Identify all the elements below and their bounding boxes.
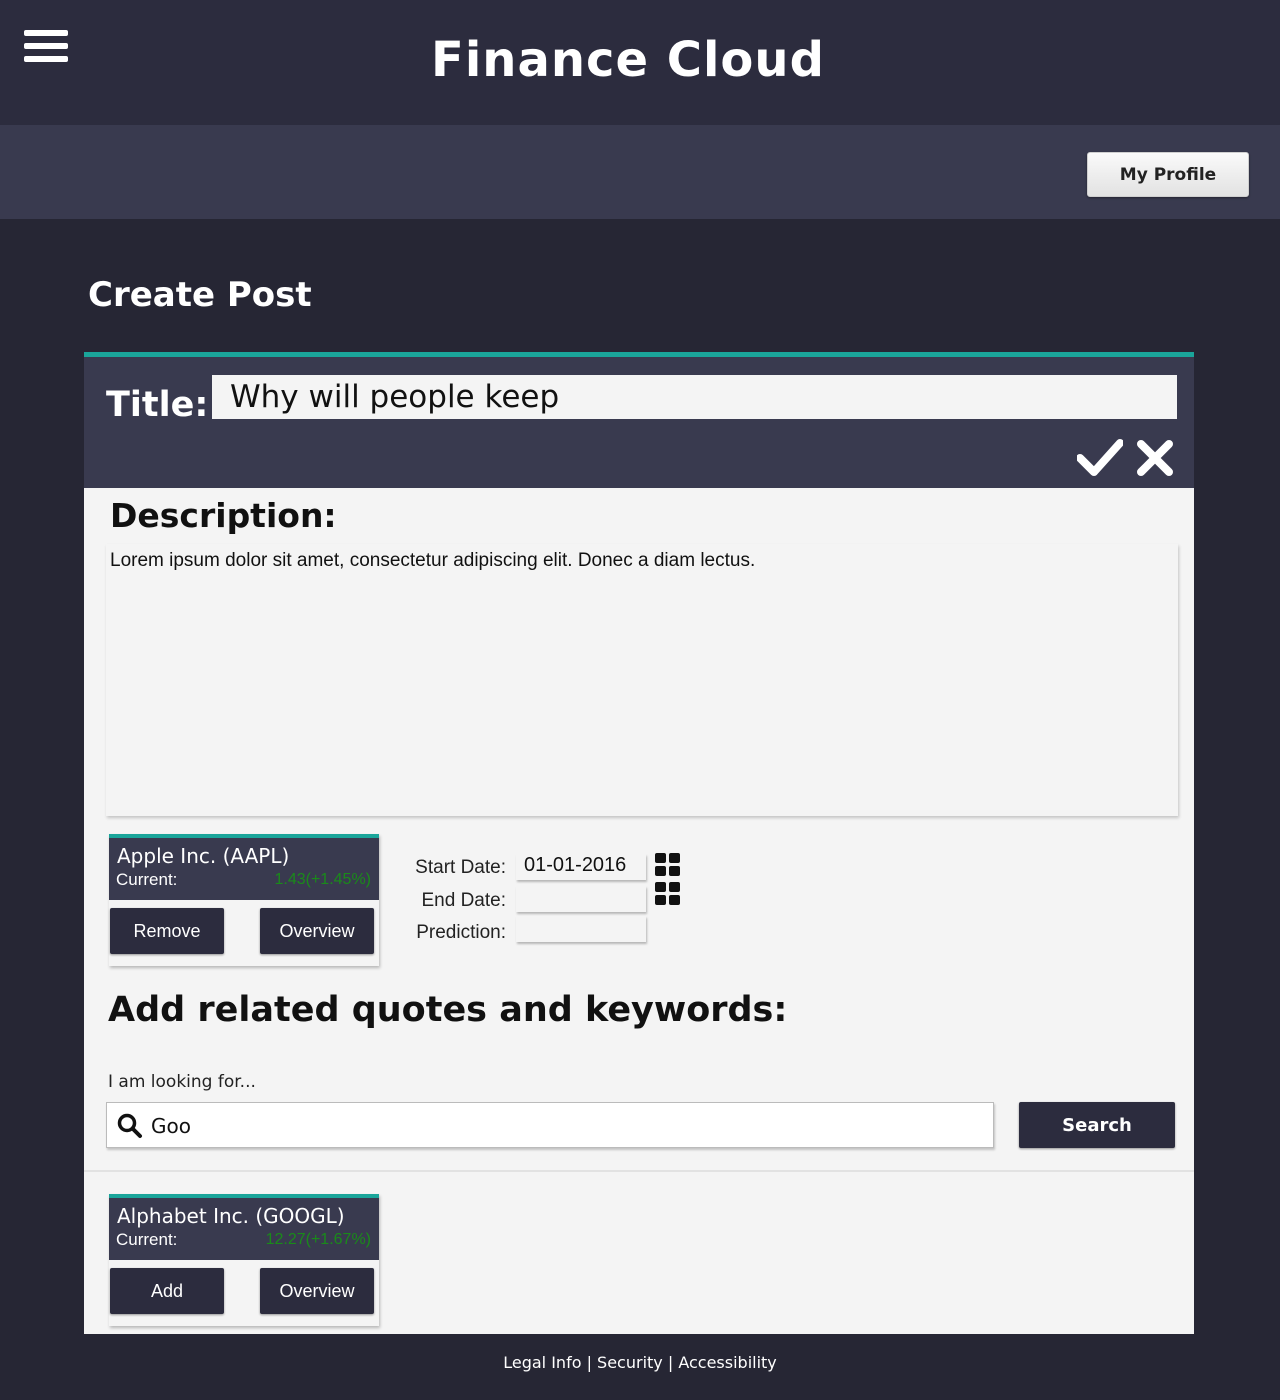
app-title: Finance Cloud [431, 32, 825, 88]
legal-info-link[interactable]: Legal Info [503, 1353, 581, 1372]
create-post-card: Title: Description: Lorem ipsum dolor si… [84, 352, 1194, 1334]
divider [84, 1170, 1194, 1172]
end-date-label: End Date: [421, 890, 507, 911]
description-textarea[interactable]: Lorem ipsum dolor sit amet, consectetur … [106, 544, 1178, 816]
security-link[interactable]: Security [597, 1353, 663, 1372]
search-icon [117, 1113, 142, 1138]
search-input[interactable]: Goo [106, 1102, 994, 1148]
title-label: Title: [106, 385, 209, 425]
calendar-icon[interactable] [655, 853, 681, 877]
add-quote-button[interactable]: Add [110, 1268, 224, 1314]
footer-separator: | [581, 1353, 598, 1372]
search-button[interactable]: Search [1019, 1102, 1175, 1148]
close-icon[interactable] [1136, 439, 1174, 477]
accessibility-link[interactable]: Accessibility [678, 1353, 776, 1372]
checkmark-icon[interactable] [1077, 437, 1123, 477]
my-profile-button[interactable]: My Profile [1087, 152, 1249, 197]
quote-overview-button[interactable]: Overview [260, 1268, 374, 1314]
post-title-header: Title: [84, 352, 1194, 488]
start-date-label: Start Date: [415, 857, 506, 878]
start-date-field[interactable]: 01-01-2016 [516, 854, 646, 880]
related-heading: Add related quotes and keywords: [108, 990, 788, 1030]
quote-name: Alphabet Inc. (GOOGL) [117, 1204, 345, 1228]
selected-quote-card: Apple Inc. (AAPL) Current: 1.43(+1.45%) … [109, 834, 379, 966]
description-label: Description: [110, 496, 337, 535]
result-quote-card: Alphabet Inc. (GOOGL) Current: 12.27(+1.… [109, 1194, 379, 1326]
quote-header: Apple Inc. (AAPL) Current: 1.43(+1.45%) [109, 834, 379, 900]
search-label: I am looking for... [108, 1072, 256, 1092]
prediction-field[interactable] [516, 916, 646, 942]
remove-quote-button[interactable]: Remove [110, 908, 224, 954]
quote-name: Apple Inc. (AAPL) [117, 844, 290, 868]
quote-change-value: 12.27(+1.67%) [265, 1231, 371, 1248]
top-bar: Finance Cloud [0, 0, 1280, 125]
title-input[interactable] [212, 375, 1177, 419]
footer-separator: | [662, 1353, 679, 1372]
quote-current-label: Current: [116, 870, 178, 889]
page-title: Create Post [88, 275, 312, 315]
quote-current-label: Current: [116, 1230, 178, 1249]
quote-header: Alphabet Inc. (GOOGL) Current: 12.27(+1.… [109, 1194, 379, 1260]
prediction-label: Prediction: [416, 922, 506, 943]
end-date-field[interactable] [516, 886, 646, 912]
search-input-value: Goo [151, 1114, 191, 1138]
calendar-icon[interactable] [655, 882, 681, 906]
footer: Legal Info | Security | Accessibility [0, 1334, 1280, 1394]
